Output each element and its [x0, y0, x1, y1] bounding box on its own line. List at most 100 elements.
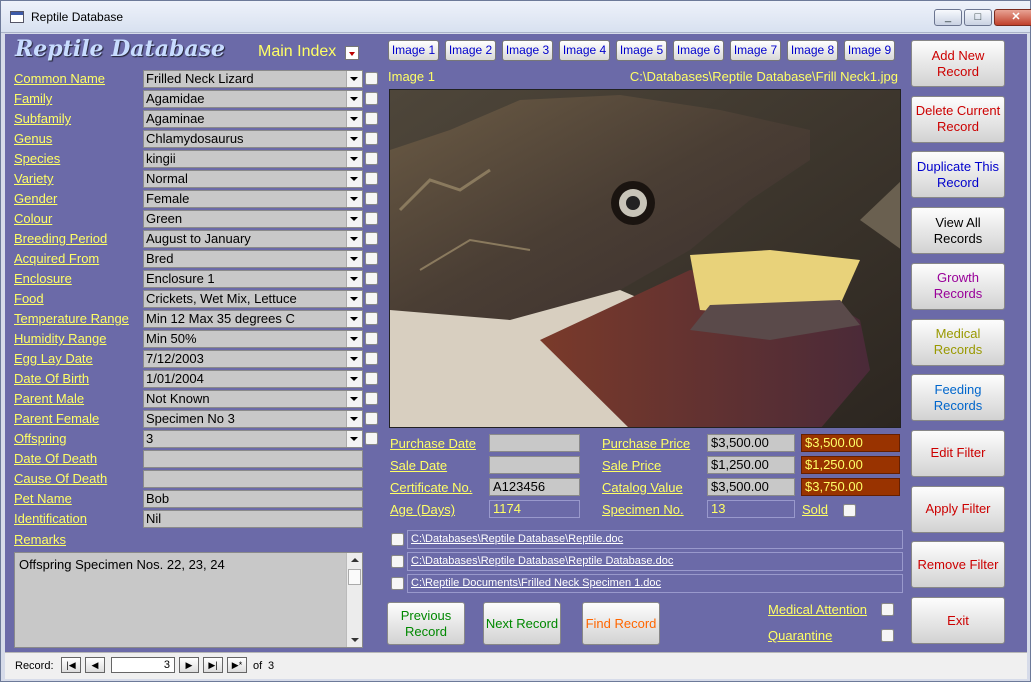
minimize-button[interactable]: _: [934, 9, 962, 26]
main-index-dropdown[interactable]: [345, 46, 359, 60]
field-checkbox[interactable]: [365, 392, 378, 405]
image-button-7[interactable]: Image 7: [730, 40, 781, 61]
remarks-textbox[interactable]: Offspring Specimen Nos. 22, 23, 24: [14, 552, 363, 648]
field-label: Species: [14, 151, 61, 166]
next-record-button[interactable]: Next Record: [483, 602, 561, 645]
maximize-button[interactable]: □: [964, 9, 992, 26]
current-record-input[interactable]: 3: [111, 657, 175, 673]
field-checkbox[interactable]: [365, 172, 378, 185]
field-checkbox[interactable]: [365, 132, 378, 145]
field-combo[interactable]: Frilled Neck Lizard: [143, 70, 363, 88]
field-combo[interactable]: Normal: [143, 170, 363, 188]
image-button-2[interactable]: Image 2: [445, 40, 496, 61]
field-checkbox[interactable]: [365, 152, 378, 165]
document-link[interactable]: C:\Reptile Documents\Frilled Neck Specim…: [407, 574, 903, 593]
field-combo[interactable]: 3: [143, 430, 363, 448]
field-label: Variety: [14, 171, 54, 186]
field-combo[interactable]: Bred: [143, 250, 363, 268]
first-record-icon[interactable]: |◀: [61, 657, 81, 673]
document-checkbox[interactable]: [391, 577, 404, 590]
certificate-field[interactable]: A123456: [489, 478, 580, 496]
view-all-records-button[interactable]: View All Records: [911, 207, 1005, 255]
field-checkbox[interactable]: [365, 312, 378, 325]
field-checkbox[interactable]: [365, 192, 378, 205]
field-combo[interactable]: Crickets, Wet Mix, Lettuce: [143, 290, 363, 308]
feeding-records-button[interactable]: Feeding Records: [911, 374, 1005, 422]
purchase-price-field[interactable]: $3,500.00: [707, 434, 795, 452]
scroll-thumb[interactable]: [348, 569, 361, 585]
image-button-6[interactable]: Image 6: [673, 40, 724, 61]
document-link[interactable]: C:\Databases\Reptile Database\Reptile Da…: [407, 552, 903, 571]
delete-current-record-button[interactable]: Delete Current Record: [911, 95, 1005, 143]
purchase-date-field[interactable]: [489, 434, 580, 452]
field-textbox[interactable]: [143, 450, 363, 468]
field-checkbox[interactable]: [365, 352, 378, 365]
field-combo[interactable]: Female: [143, 190, 363, 208]
field-combo[interactable]: 7/12/2003: [143, 350, 363, 368]
field-textbox[interactable]: Bob: [143, 490, 363, 508]
field-combo[interactable]: Agamidae: [143, 90, 363, 108]
field-combo[interactable]: Min 12 Max 35 degrees C: [143, 310, 363, 328]
field-combo[interactable]: Enclosure 1: [143, 270, 363, 288]
medical-attention-checkbox[interactable]: [881, 603, 894, 616]
field-combo[interactable]: Not Known: [143, 390, 363, 408]
image-button-8[interactable]: Image 8: [787, 40, 838, 61]
field-checkbox[interactable]: [365, 372, 378, 385]
last-record-icon[interactable]: ▶|: [203, 657, 223, 673]
field-textbox[interactable]: Nil: [143, 510, 363, 528]
field-checkbox[interactable]: [365, 92, 378, 105]
field-checkbox[interactable]: [365, 232, 378, 245]
scroll-down-icon[interactable]: [351, 638, 359, 642]
find-record-button[interactable]: Find Record: [582, 602, 660, 645]
field-combo[interactable]: kingii: [143, 150, 363, 168]
field-combo[interactable]: Specimen No 3: [143, 410, 363, 428]
image-button-5[interactable]: Image 5: [616, 40, 667, 61]
prev-record-icon[interactable]: ◀: [85, 657, 105, 673]
field-checkbox[interactable]: [365, 432, 378, 445]
duplicate-this-record-button[interactable]: Duplicate This Record: [911, 151, 1005, 199]
sale-price-field[interactable]: $1,250.00: [707, 456, 795, 474]
new-record-icon[interactable]: ▶*: [227, 657, 247, 673]
add-new-record-button[interactable]: Add New Record: [911, 40, 1005, 87]
exit-button[interactable]: Exit: [911, 597, 1005, 644]
field-combo[interactable]: August to January: [143, 230, 363, 248]
document-link[interactable]: C:\Databases\Reptile Database\Reptile.do…: [407, 530, 903, 549]
previous-record-button[interactable]: Previous Record: [387, 602, 465, 645]
quarantine-checkbox[interactable]: [881, 629, 894, 642]
edit-filter-button[interactable]: Edit Filter: [911, 429, 1005, 477]
certificate-label: Certificate No.: [390, 480, 473, 495]
remarks-scrollbar[interactable]: [346, 553, 362, 647]
field-label: Date Of Death: [14, 451, 98, 466]
field-checkbox[interactable]: [365, 412, 378, 425]
next-record-icon[interactable]: ▶: [179, 657, 199, 673]
sold-checkbox[interactable]: [843, 504, 856, 517]
sale-date-field[interactable]: [489, 456, 580, 474]
field-combo[interactable]: Min 50%: [143, 330, 363, 348]
document-checkbox[interactable]: [391, 533, 404, 546]
remove-filter-button[interactable]: Remove Filter: [911, 541, 1005, 589]
field-checkbox[interactable]: [365, 272, 378, 285]
field-checkbox[interactable]: [365, 72, 378, 85]
field-label: Identification: [14, 511, 87, 526]
image-button-1[interactable]: Image 1: [388, 40, 439, 61]
growth-records-button[interactable]: Growth Records: [911, 262, 1005, 310]
field-combo[interactable]: Green: [143, 210, 363, 228]
apply-filter-button[interactable]: Apply Filter: [911, 485, 1005, 533]
field-textbox[interactable]: [143, 470, 363, 488]
field-checkbox[interactable]: [365, 212, 378, 225]
field-combo[interactable]: Chlamydosaurus: [143, 130, 363, 148]
medical-records-button[interactable]: Medical Records: [911, 318, 1005, 366]
field-combo[interactable]: Agaminae: [143, 110, 363, 128]
catalog-value-field[interactable]: $3,500.00: [707, 478, 795, 496]
field-checkbox[interactable]: [365, 292, 378, 305]
image-button-3[interactable]: Image 3: [502, 40, 553, 61]
field-checkbox[interactable]: [365, 332, 378, 345]
image-button-4[interactable]: Image 4: [559, 40, 610, 61]
scroll-up-icon[interactable]: [351, 558, 359, 562]
field-checkbox[interactable]: [365, 112, 378, 125]
field-combo[interactable]: 1/01/2004: [143, 370, 363, 388]
close-button[interactable]: ✕: [994, 9, 1031, 26]
image-button-9[interactable]: Image 9: [844, 40, 895, 61]
document-checkbox[interactable]: [391, 555, 404, 568]
field-checkbox[interactable]: [365, 252, 378, 265]
